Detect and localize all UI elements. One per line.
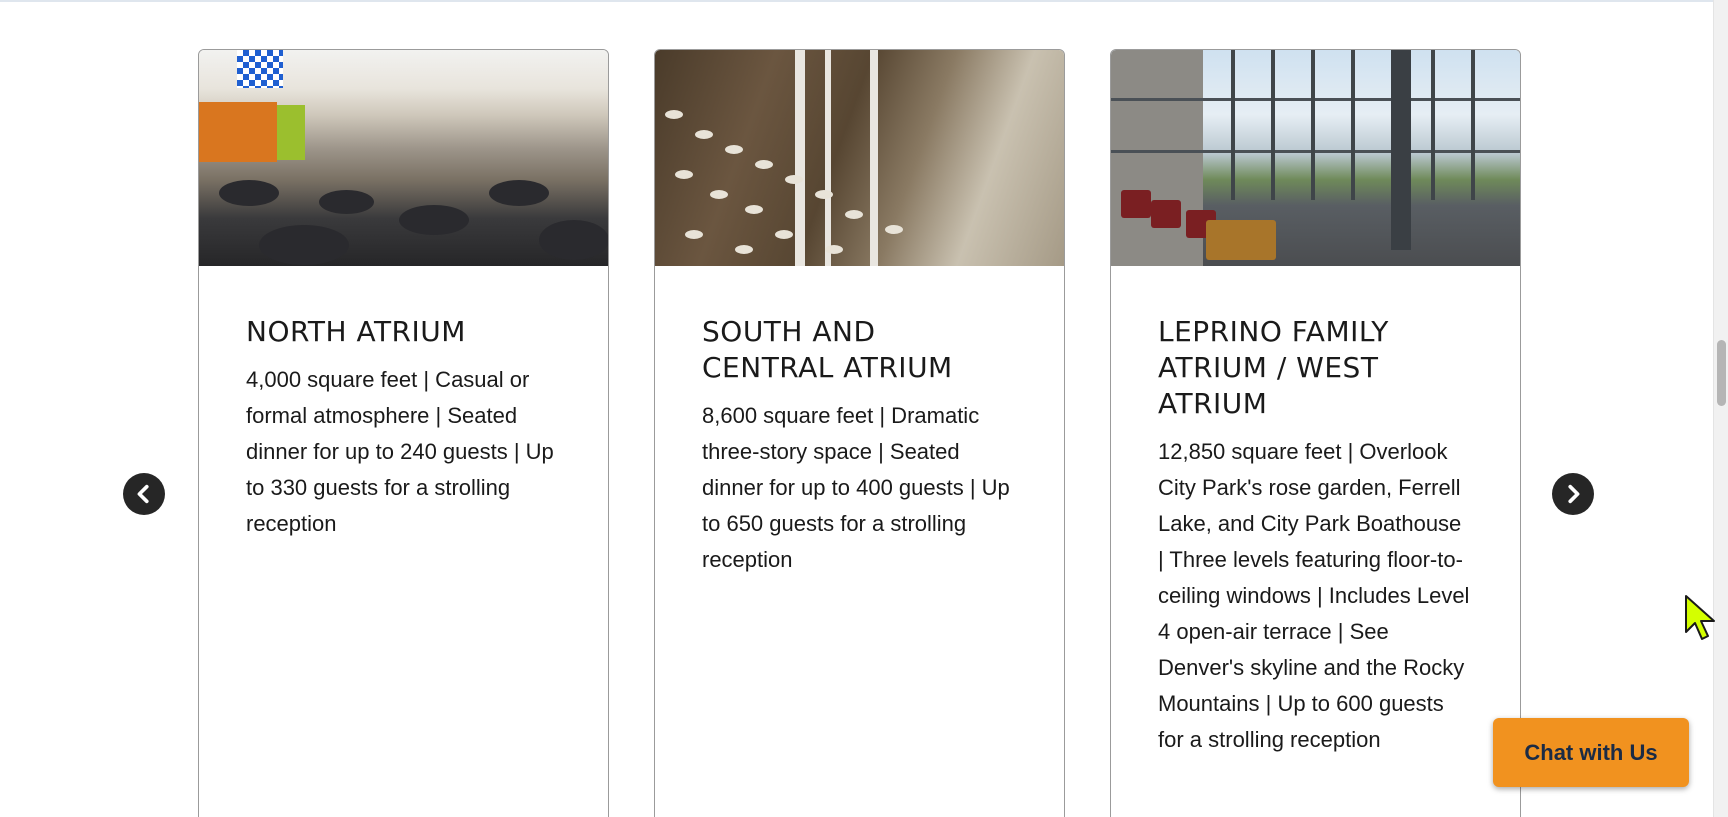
carousel-next-button[interactable] (1552, 473, 1594, 515)
south-central-atrium-photo (655, 50, 1064, 266)
card-title: NORTH ATRIUM (246, 315, 466, 348)
card-description: 4,000 square feet | Casual or formal atm… (246, 367, 554, 536)
venue-card-north-atrium[interactable]: NORTH ATRIUM 4,000 square feet | Casual … (198, 49, 609, 817)
pointer-arrow-icon (1685, 595, 1715, 640)
page: NORTH ATRIUM 4,000 square feet | Casual … (0, 0, 1728, 817)
card-title: SOUTH AND CENTRAL ATRIUM (702, 315, 953, 384)
north-atrium-photo (199, 50, 608, 266)
page-scrollbar[interactable] (1713, 0, 1728, 817)
chevron-left-icon (137, 484, 149, 504)
chat-with-us-button[interactable]: Chat with Us (1493, 718, 1689, 787)
scrollbar-thumb[interactable] (1717, 340, 1726, 406)
venue-card-south-central-atrium[interactable]: SOUTH AND CENTRAL ATRIUM 8,600 square fe… (654, 49, 1065, 817)
leprino-family-atrium-photo (1111, 50, 1520, 266)
carousel-prev-button[interactable] (123, 473, 165, 515)
chevron-right-icon (1568, 484, 1580, 504)
card-description: 12,850 square feet | Overlook City Park'… (1158, 439, 1470, 752)
card-description: 8,600 square feet | Dramatic three-story… (702, 403, 1010, 572)
venue-card-leprino-family-atrium[interactable]: LEPRINO FAMILY ATRIUM / WEST ATRIUM 12,8… (1110, 49, 1521, 817)
card-title: LEPRINO FAMILY ATRIUM / WEST ATRIUM (1158, 315, 1389, 420)
header-divider (0, 0, 1713, 2)
